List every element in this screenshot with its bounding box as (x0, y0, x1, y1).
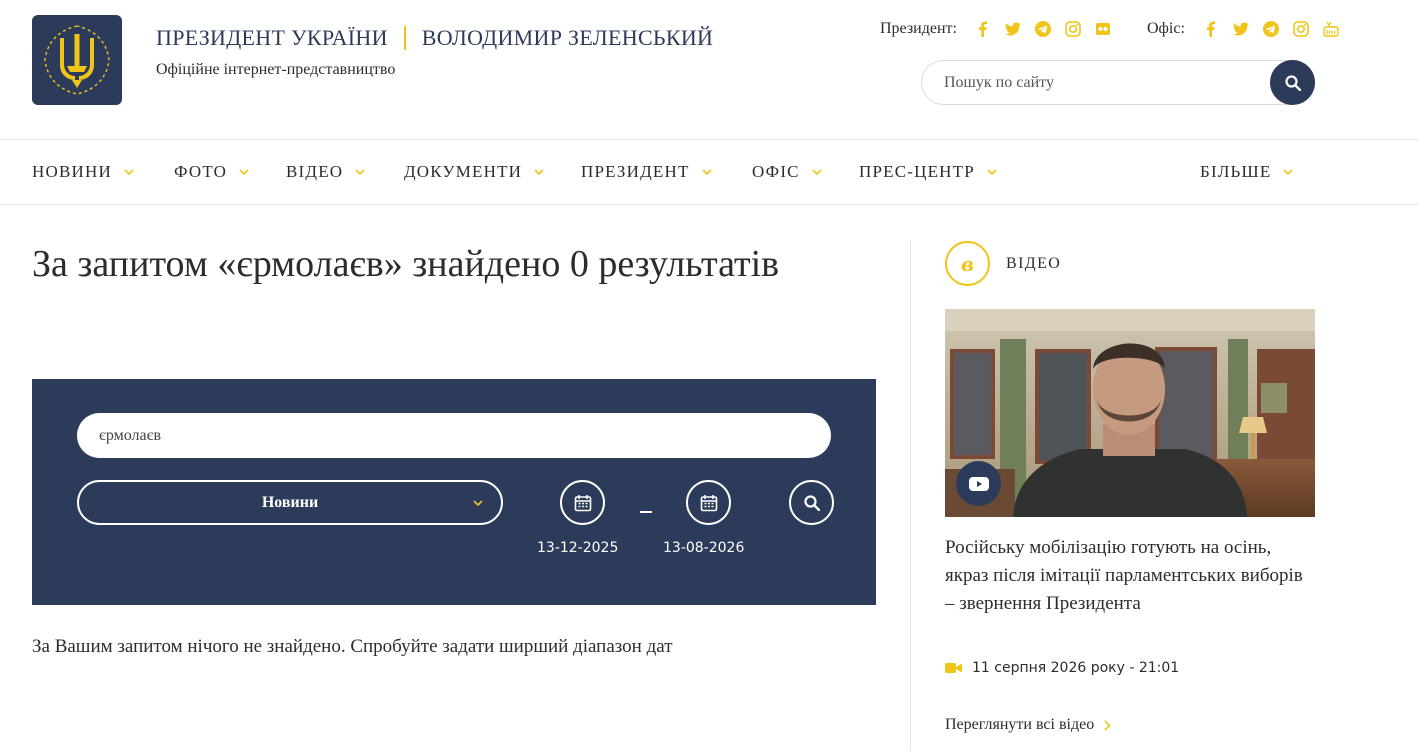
nav-item-press-center[interactable]: ПРЕС-ЦЕНТР (859, 162, 997, 182)
nav-item-label: ПРЕС-ЦЕНТР (859, 162, 975, 181)
coat-of-arms-logo[interactable] (32, 15, 122, 105)
president-socials: Президент: (880, 20, 1111, 38)
brand-separator (403, 26, 406, 50)
office-socials: Офіс: (1147, 20, 1339, 38)
filter-search-button[interactable] (789, 480, 834, 525)
video-section-header: в ВІДЕО (945, 241, 1061, 286)
video-date-text: 11 серпня 2026 року - 21:01 (972, 660, 1180, 676)
nav-item-label: ОФІС (752, 162, 800, 181)
search-filter-panel: Новини 13-12-2025 13-08-2026 (32, 379, 876, 605)
all-videos-label: Переглянути всі відео (945, 716, 1095, 733)
search-icon (803, 494, 820, 511)
facebook-icon[interactable] (1203, 21, 1219, 37)
all-videos-link[interactable]: Переглянути всі відео (945, 716, 1111, 734)
chevron-right-icon (1104, 719, 1111, 731)
nav-item-label: ВІДЕО (286, 162, 344, 181)
brand-subtitle: Офіційне інтернет-представництво (156, 61, 396, 78)
chevron-down-icon (534, 168, 544, 176)
chevron-down-icon (355, 168, 365, 176)
nav-item-video[interactable]: ВІДЕО (286, 162, 365, 182)
facebook-icon[interactable] (975, 21, 991, 37)
flickr-icon[interactable] (1095, 21, 1111, 37)
date-to-picker[interactable] (686, 480, 731, 525)
date-from-picker[interactable] (560, 480, 605, 525)
nav-item-office[interactable]: ОФІС (752, 162, 822, 182)
play-button[interactable] (956, 461, 1001, 506)
chevron-down-icon (239, 168, 249, 176)
nav-item-documents[interactable]: ДОКУМЕНТИ (404, 162, 544, 182)
site-search (921, 60, 1315, 105)
page-title: За запитом «єрмолаєв» знайдено 0 результ… (32, 243, 780, 285)
chevron-down-icon (701, 168, 712, 176)
social-links: Президент: Офіс: (880, 20, 1339, 38)
nav-item-president[interactable]: ПРЕЗИДЕНТ (581, 162, 712, 182)
video-section-icon: в (945, 241, 990, 286)
category-select[interactable]: Новини (77, 480, 503, 525)
date-range-dash (640, 511, 652, 513)
nav-item-label: НОВИНИ (32, 162, 112, 181)
video-camera-icon (945, 662, 962, 674)
instagram-icon[interactable] (1293, 21, 1309, 37)
chevron-down-icon (812, 168, 822, 176)
search-icon (1284, 74, 1301, 91)
no-results-message: За Вашим запитом нічого не знайдено. Спр… (32, 636, 673, 657)
telegram-icon[interactable] (1262, 21, 1279, 37)
brand-block: ПРЕЗИДЕНТ УКРАЇНИ ВОЛОДИМИР ЗЕЛЕНСЬКИЙ О… (156, 25, 713, 79)
twitter-icon[interactable] (1004, 21, 1021, 37)
chevron-down-icon (987, 168, 997, 176)
query-input[interactable] (77, 413, 831, 458)
date-from[interactable]: 13-12-2025 (537, 540, 618, 556)
site-header: ПРЕЗИДЕНТ УКРАЇНИ ВОЛОДИМИР ЗЕЛЕНСЬКИЙ О… (0, 0, 1418, 140)
instagram-icon[interactable] (1065, 21, 1081, 37)
sidebar-divider (910, 240, 911, 751)
telegram-icon[interactable] (1034, 21, 1051, 37)
nav-item-label: ФОТО (174, 162, 228, 181)
calendar-icon (700, 494, 717, 511)
trident-icon (44, 25, 110, 95)
nav-item-news[interactable]: НОВИНИ (32, 162, 134, 182)
nav-item-more[interactable]: БІЛЬШЕ (1200, 162, 1294, 182)
nav-item-photo[interactable]: ФОТО (174, 162, 249, 182)
category-select-value: Новини (261, 493, 319, 511)
nav-item-label: ДОКУМЕНТИ (404, 162, 523, 181)
site-search-input[interactable] (944, 61, 1264, 104)
brand-name[interactable]: ВОЛОДИМИР ЗЕЛЕНСЬКИЙ (422, 25, 713, 51)
president-socials-label: Президент: (880, 20, 957, 37)
youtube-icon[interactable] (1323, 21, 1339, 37)
brand-title[interactable]: ПРЕЗИДЕНТ УКРАЇНИ (156, 25, 388, 51)
site-search-button[interactable] (1270, 60, 1315, 105)
office-socials-label: Офіс: (1146, 20, 1185, 37)
calendar-icon (574, 494, 591, 511)
date-to[interactable]: 13-08-2026 (663, 540, 744, 556)
nav-item-label: БІЛЬШЕ (1200, 162, 1272, 181)
twitter-icon[interactable] (1232, 21, 1249, 37)
youtube-play-icon (968, 476, 989, 491)
nav-item-label: ПРЕЗИДЕНТ (581, 162, 690, 181)
chevron-down-icon (473, 500, 483, 507)
video-date: 11 серпня 2026 року - 21:01 (945, 660, 1179, 676)
chevron-down-icon (1283, 168, 1294, 176)
video-title-link[interactable]: Російську мобілізацію готують на осінь, … (945, 534, 1315, 618)
video-thumbnail[interactable] (945, 309, 1315, 517)
main-navigation: НОВИНИ ФОТО ВІДЕО ДОКУМЕНТИ ПРЕЗИДЕНТ ОФ… (0, 140, 1418, 205)
chevron-down-icon (124, 168, 134, 176)
video-section-label: ВІДЕО (1006, 254, 1062, 272)
